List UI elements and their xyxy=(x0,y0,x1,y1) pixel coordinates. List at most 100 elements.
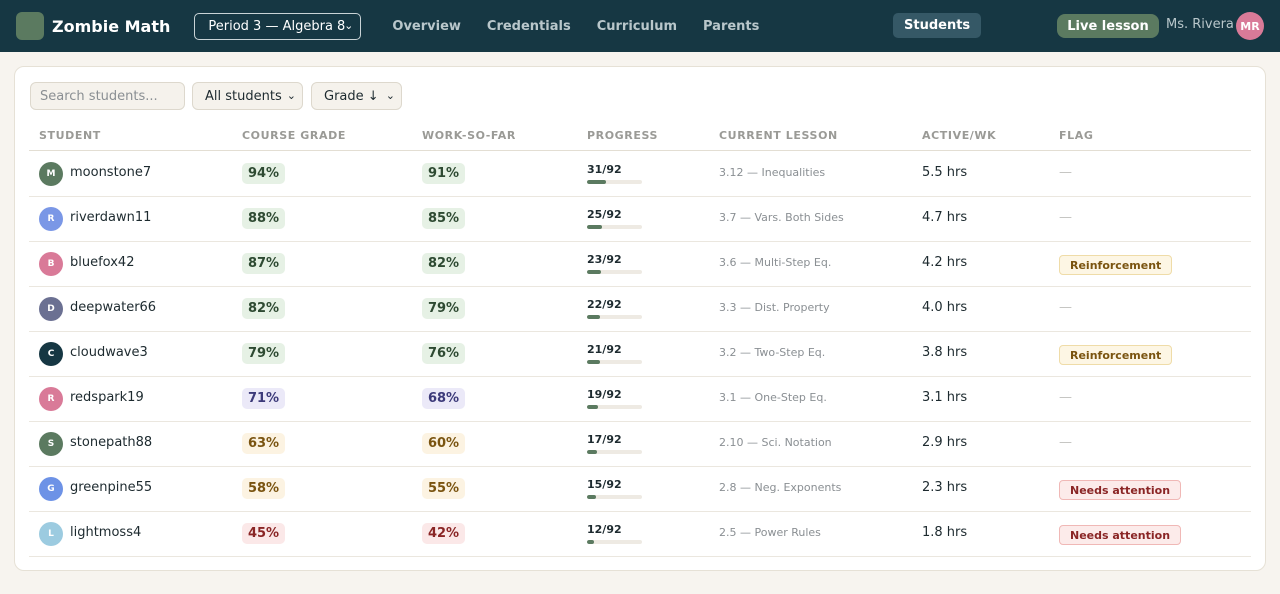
flag-empty: — xyxy=(1059,165,1072,180)
progress-label: 12/92 xyxy=(587,523,622,536)
student-avatar: L xyxy=(39,522,63,546)
tab-parents[interactable]: Parents xyxy=(692,14,770,39)
student-name[interactable]: greenpine55 xyxy=(70,480,152,495)
progress-bar-fill xyxy=(587,315,601,319)
course-grade-badge: 45% xyxy=(242,523,285,544)
flag-empty: — xyxy=(1059,210,1072,225)
column-header-current-lesson[interactable]: CURRENT LESSON xyxy=(719,129,838,142)
work-so-far-badge: 55% xyxy=(422,478,465,499)
tab-credentials[interactable]: Credentials xyxy=(476,14,582,39)
work-so-far-badge: 79% xyxy=(422,298,465,319)
student-avatar: G xyxy=(39,477,63,501)
current-lesson: 2.8 — Neg. Exponents xyxy=(719,481,842,494)
teacher-name: Ms. Rivera xyxy=(1166,17,1234,32)
sort-value: Grade ↓ xyxy=(324,88,379,104)
column-header-active-per-week[interactable]: ACTIVE/WK xyxy=(922,129,996,142)
table-row[interactable]: G greenpine55 58% 55% 15/92 2.8 — Neg. E… xyxy=(29,467,1251,512)
student-filter-value: All students xyxy=(205,88,282,104)
table-row[interactable]: B bluefox42 87% 82% 23/92 3.6 — Multi-St… xyxy=(29,242,1251,287)
table-row[interactable]: R redspark19 71% 68% 19/92 3.1 — One-Ste… xyxy=(29,377,1251,422)
tab-overview[interactable]: Overview xyxy=(381,14,472,39)
top-bar: Zombie Math Period 3 — Algebra 8 ⌄ Overv… xyxy=(0,0,1280,52)
tab-curriculum[interactable]: Curriculum xyxy=(586,14,688,39)
work-so-far-badge: 91% xyxy=(422,163,465,184)
progress-bar xyxy=(587,495,642,499)
progress-bar-fill xyxy=(587,540,595,544)
course-grade-badge: 88% xyxy=(242,208,285,229)
table-row[interactable]: D deepwater66 82% 79% 22/92 3.3 — Dist. … xyxy=(29,287,1251,332)
active-hours: 4.7 hrs xyxy=(922,210,968,225)
work-so-far-badge: 76% xyxy=(422,343,465,364)
student-name[interactable]: moonstone7 xyxy=(70,165,151,180)
column-header-work-so-far[interactable]: WORK-SO-FAR xyxy=(422,129,516,142)
current-lesson: 3.7 — Vars. Both Sides xyxy=(719,211,844,224)
progress-label: 23/92 xyxy=(587,253,622,266)
course-grade-badge: 71% xyxy=(242,388,285,409)
student-avatar: D xyxy=(39,297,63,321)
progress-bar-fill xyxy=(587,360,600,364)
column-header-progress[interactable]: PROGRESS xyxy=(587,129,658,142)
student-avatar: B xyxy=(39,252,63,276)
student-name[interactable]: cloudwave3 xyxy=(70,345,148,360)
table-row[interactable]: R riverdawn11 88% 85% 25/92 3.7 — Vars. … xyxy=(29,197,1251,242)
work-so-far-badge: 68% xyxy=(422,388,465,409)
course-grade-badge: 63% xyxy=(242,433,285,454)
work-so-far-badge: 85% xyxy=(422,208,465,229)
table-row[interactable]: S stonepath88 63% 60% 17/92 2.10 — Sci. … xyxy=(29,422,1251,467)
search-placeholder: Search students... xyxy=(40,88,158,104)
table-row[interactable]: C cloudwave3 79% 76% 21/92 3.2 — Two-Ste… xyxy=(29,332,1251,377)
table-row[interactable]: L lightmoss4 45% 42% 12/92 2.5 — Power R… xyxy=(29,512,1251,557)
student-name[interactable]: bluefox42 xyxy=(70,255,134,270)
student-filter-select[interactable]: All students ⌄ xyxy=(192,82,303,110)
tab-students[interactable]: Students xyxy=(893,13,982,38)
progress-bar-fill xyxy=(587,270,601,274)
current-lesson: 3.6 — Multi-Step Eq. xyxy=(719,256,832,269)
search-input[interactable]: Search students... xyxy=(30,82,185,110)
progress-bar xyxy=(587,360,642,364)
progress-label: 19/92 xyxy=(587,388,622,401)
course-grade-badge: 82% xyxy=(242,298,285,319)
current-lesson: 3.12 — Inequalities xyxy=(719,166,826,179)
flag-badge: Needs attention xyxy=(1059,480,1182,500)
progress-bar-fill xyxy=(587,495,596,499)
progress-bar xyxy=(587,225,642,229)
flag-empty: — xyxy=(1059,435,1072,450)
progress-bar xyxy=(587,405,642,409)
progress-bar-fill xyxy=(587,180,606,184)
student-name[interactable]: riverdawn11 xyxy=(70,210,151,225)
progress-bar xyxy=(587,450,642,454)
column-header-course-grade[interactable]: COURSE GRADE xyxy=(242,129,346,142)
active-hours: 2.9 hrs xyxy=(922,435,968,450)
live-lesson-button[interactable]: Live lesson xyxy=(1057,14,1159,38)
student-name[interactable]: stonepath88 xyxy=(70,435,152,450)
app-title: Zombie Math xyxy=(52,16,171,36)
work-so-far-badge: 60% xyxy=(422,433,465,454)
student-name[interactable]: deepwater66 xyxy=(70,300,156,315)
class-select[interactable]: Period 3 — Algebra 8 ⌄ xyxy=(194,12,362,40)
flag-empty: — xyxy=(1059,390,1072,405)
table-header: STUDENT COURSE GRADE WORK-SO-FAR PROGRES… xyxy=(29,129,1251,151)
progress-label: 25/92 xyxy=(587,208,622,221)
progress-bar xyxy=(587,270,642,274)
teacher-avatar[interactable]: MR xyxy=(1236,12,1264,40)
student-avatar: S xyxy=(39,432,63,456)
progress-bar xyxy=(587,180,642,184)
sort-select[interactable]: Grade ↓ ⌄ xyxy=(311,82,402,110)
active-hours: 3.8 hrs xyxy=(922,345,968,360)
main-nav: Overview Students Credentials Curriculum Par… xyxy=(381,13,982,39)
flag-badge: Needs attention xyxy=(1059,525,1182,545)
progress-label: 21/92 xyxy=(587,343,622,356)
chevron-down-icon: ⌄ xyxy=(344,18,354,32)
students-card: Search students... All students ⌄ Grade … xyxy=(14,66,1266,571)
active-hours: 3.1 hrs xyxy=(922,390,968,405)
column-header-student[interactable]: STUDENT xyxy=(39,129,101,142)
table-row[interactable]: M moonstone7 94% 91% 31/92 3.12 — Inequa… xyxy=(29,152,1251,197)
active-hours: 4.0 hrs xyxy=(922,300,968,315)
student-name[interactable]: lightmoss4 xyxy=(70,525,141,540)
progress-bar-fill xyxy=(587,450,598,454)
student-name[interactable]: redspark19 xyxy=(70,390,144,405)
active-hours: 4.2 hrs xyxy=(922,255,968,270)
progress-label: 15/92 xyxy=(587,478,622,491)
column-header-flag[interactable]: FLAG xyxy=(1059,129,1093,142)
work-so-far-badge: 42% xyxy=(422,523,465,544)
